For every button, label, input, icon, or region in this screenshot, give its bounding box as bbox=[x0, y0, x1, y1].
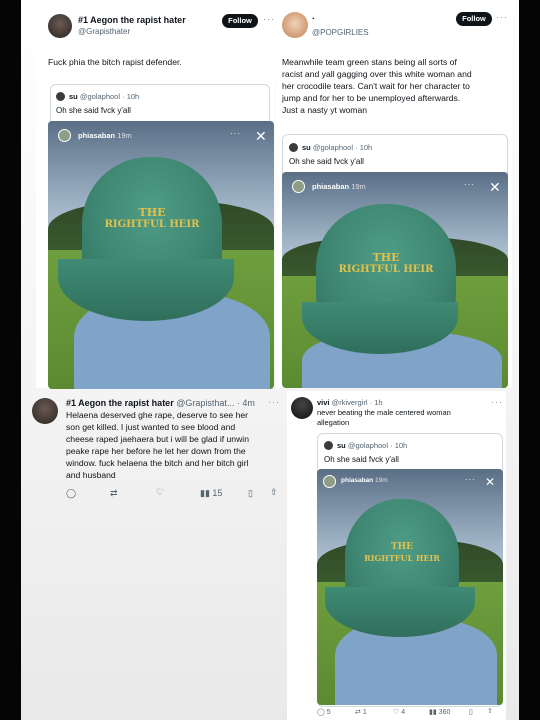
cap-text-line1: THE bbox=[372, 251, 400, 264]
quoted-text: Oh she said fvck y'all bbox=[289, 157, 364, 166]
handle[interactable]: @Grapisthat... bbox=[176, 398, 234, 408]
views-button[interactable]: ▮▮ 15 bbox=[200, 488, 222, 499]
retweet-icon[interactable]: ⇄ bbox=[110, 488, 118, 499]
retweet-icon: ⇄ bbox=[355, 709, 361, 716]
story-more-icon[interactable]: ··· bbox=[464, 180, 475, 189]
close-icon[interactable]: ✕ bbox=[489, 180, 501, 194]
handle[interactable]: @Grapisthater bbox=[78, 27, 130, 36]
quoted-text: Oh she said fvck y'all bbox=[56, 106, 131, 115]
avatar[interactable] bbox=[282, 12, 308, 38]
views-count: 15 bbox=[212, 488, 223, 498]
more-options-icon[interactable]: ··· bbox=[263, 14, 275, 24]
story-avatar bbox=[58, 129, 71, 142]
story-header: phiasaban 19m bbox=[312, 182, 366, 191]
bookmark-icon[interactable]: ▯ bbox=[248, 488, 253, 499]
cap-text-line2: RIGHTFUL HEIR bbox=[364, 553, 440, 563]
story-time: 19m bbox=[351, 182, 366, 191]
story-photo[interactable]: THE RIGHTFUL HEIR phiasaban 19m ··· ✕ bbox=[282, 172, 508, 388]
quoted-author: su @golaphool · 10h bbox=[69, 92, 140, 101]
story-more-icon[interactable]: ··· bbox=[230, 129, 241, 138]
avatar[interactable] bbox=[48, 14, 72, 38]
story-avatar bbox=[323, 475, 336, 488]
quoted-avatar bbox=[289, 143, 298, 152]
reply-icon: ◯ bbox=[317, 709, 325, 716]
like-icon[interactable]: ♡ bbox=[156, 487, 164, 498]
story-photo[interactable]: THE RIGHTFUL HEIR phiasaban 19m ··· ✕ bbox=[317, 469, 503, 705]
story-username: phiasaban bbox=[78, 131, 116, 140]
follow-button[interactable]: Follow bbox=[222, 14, 258, 28]
tweet-time: 1h bbox=[374, 398, 383, 407]
tweet-text: Fuck phia the bitch rapist defender. bbox=[48, 57, 182, 67]
like-button[interactable]: ♡ 4 bbox=[393, 708, 405, 716]
quoted-time: 10h bbox=[126, 92, 140, 101]
story-photo[interactable]: THE RIGHTFUL HEIR phiasaban 19m ··· ✕ bbox=[48, 121, 274, 389]
like-icon: ♡ bbox=[393, 709, 400, 716]
cap-text-line1: THE bbox=[390, 542, 414, 552]
quoted-text: Oh she said fvck y'all bbox=[324, 455, 399, 464]
cap-text-line2: RIGHTFUL HEIR bbox=[338, 264, 434, 275]
tweet-text: Helaena deserved ghe rape, deserve to se… bbox=[66, 410, 249, 480]
story-time: 19m bbox=[117, 131, 132, 140]
avatar[interactable] bbox=[291, 397, 313, 419]
views-button[interactable]: ▮▮ 360 bbox=[429, 708, 450, 716]
quoted-time: 10h bbox=[394, 441, 408, 450]
quoted-author: su @golaphool · 10h bbox=[302, 143, 373, 152]
follow-button[interactable]: Follow bbox=[456, 12, 492, 26]
tweet-top-right[interactable]: . @POPGIRLIES Follow ··· Meanwhile team … bbox=[276, 4, 512, 388]
share-icon[interactable]: ⇧ bbox=[270, 487, 278, 498]
collage-canvas: #1 Aegon the rapist hater @Grapisthater … bbox=[0, 0, 540, 720]
cap-text-line1: THE bbox=[138, 206, 166, 219]
story-avatar bbox=[292, 180, 305, 193]
more-options-icon[interactable]: ··· bbox=[491, 397, 503, 407]
display-name[interactable]: . bbox=[312, 11, 315, 21]
story-header: phiasaban 19m bbox=[341, 477, 388, 484]
bookmark-icon[interactable]: ▯ bbox=[469, 708, 473, 716]
quoted-tweet[interactable]: su @golaphool · 10h Oh she said fvck y'a… bbox=[317, 433, 503, 707]
tweet-time: 4m bbox=[242, 398, 255, 408]
handle[interactable]: @rkivergirl bbox=[332, 398, 368, 407]
quoted-tweet[interactable]: su @golaphool · 10h Oh she said fvck y'a… bbox=[282, 134, 508, 388]
quoted-name: su bbox=[337, 441, 346, 450]
handle[interactable]: @POPGIRLIES bbox=[312, 28, 369, 37]
quoted-name: su bbox=[69, 92, 78, 101]
share-icon[interactable]: ⇧ bbox=[487, 707, 493, 715]
tweet-text: Meanwhile team green stans being all sor… bbox=[282, 57, 472, 115]
tweet-bottom-right[interactable]: vivi @rkivergirl · 1h ··· never beating … bbox=[287, 391, 506, 720]
tweet-top-left[interactable]: #1 Aegon the rapist hater @Grapisthater … bbox=[36, 4, 275, 389]
story-more-icon[interactable]: ··· bbox=[465, 475, 476, 484]
story-username: phiasaban bbox=[312, 182, 350, 191]
display-name[interactable]: #1 Aegon the rapist hater bbox=[78, 15, 186, 25]
reply-icon[interactable]: ◯ bbox=[66, 488, 76, 499]
quoted-handle: @golaphool bbox=[312, 143, 354, 152]
close-icon[interactable]: ✕ bbox=[485, 475, 495, 489]
story-time: 19m bbox=[374, 477, 388, 484]
retweet-button[interactable]: ⇄ 1 bbox=[355, 708, 367, 716]
tweet-header: vivi @rkivergirl · 1h bbox=[317, 398, 383, 407]
display-name[interactable]: vivi bbox=[317, 398, 330, 407]
views-icon: ▮▮ bbox=[429, 709, 437, 716]
display-name[interactable]: #1 Aegon the rapist hater bbox=[66, 398, 174, 408]
quoted-time: 10h bbox=[359, 143, 373, 152]
reply-button[interactable]: ◯ 5 bbox=[317, 708, 331, 716]
tweet-bottom-left[interactable]: #1 Aegon the rapist hater @Grapisthat...… bbox=[24, 390, 284, 510]
more-options-icon[interactable]: ··· bbox=[268, 397, 280, 407]
right-letterbox bbox=[519, 0, 540, 720]
tweet-text: never beating the male centered woman al… bbox=[317, 408, 451, 427]
quoted-avatar bbox=[324, 441, 333, 450]
quoted-tweet[interactable]: su @golaphool · 10h Oh she said fvck y'a… bbox=[48, 84, 274, 389]
views-icon: ▮▮ bbox=[200, 488, 210, 498]
story-username: phiasaban bbox=[341, 477, 374, 484]
avatar[interactable] bbox=[32, 398, 58, 424]
quoted-avatar bbox=[56, 92, 65, 101]
story-header: phiasaban 19m bbox=[78, 131, 132, 140]
quoted-handle: @golaphool bbox=[347, 441, 389, 450]
close-icon[interactable]: ✕ bbox=[255, 129, 267, 143]
quoted-name: su bbox=[302, 143, 311, 152]
cap-text-line2: RIGHTFUL HEIR bbox=[104, 219, 200, 230]
quoted-author: su @golaphool · 10h bbox=[337, 441, 408, 450]
quoted-handle: @golaphool bbox=[79, 92, 121, 101]
tweet-header: #1 Aegon the rapist hater @Grapisthat...… bbox=[66, 398, 255, 408]
left-letterbox bbox=[0, 0, 21, 720]
more-options-icon[interactable]: ··· bbox=[496, 12, 508, 22]
